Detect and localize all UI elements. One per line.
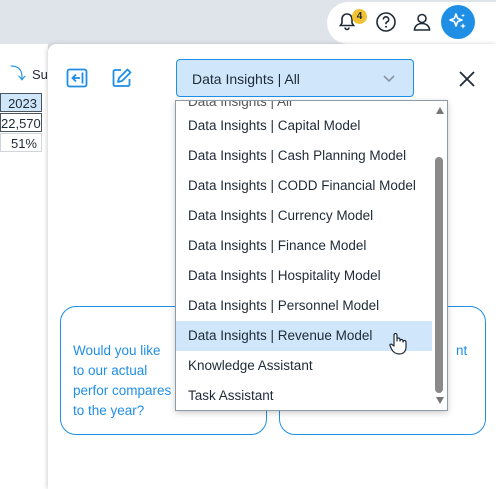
dropdown-option[interactable]: Data Insights | Cash Planning Model: [176, 141, 432, 171]
scroll-up-icon[interactable]: [436, 107, 444, 114]
ai-sparkle-icon[interactable]: [441, 5, 475, 39]
dropdown-option[interactable]: Data Insights | Currency Model: [176, 201, 432, 231]
chevron-down-icon: [381, 70, 397, 91]
scrollbar-thumb[interactable]: [435, 157, 443, 393]
edit-icon[interactable]: [110, 66, 134, 90]
dropdown-option[interactable]: Data Insights | Finance Model: [176, 231, 432, 261]
sheet-cell[interactable]: 51%: [0, 133, 42, 152]
sheet-cell[interactable]: 2023: [0, 93, 42, 112]
sort-tool-label: Su: [32, 67, 48, 82]
help-icon[interactable]: [373, 9, 399, 35]
dropdown-scrollbar[interactable]: [432, 101, 447, 410]
assistant-select[interactable]: Data Insights | All: [176, 59, 414, 97]
assistant-select-value: Data Insights | All: [192, 71, 300, 87]
hand-cursor-icon: [389, 332, 407, 361]
scroll-down-icon[interactable]: [436, 397, 444, 404]
user-icon[interactable]: [409, 9, 435, 35]
dropdown-option[interactable]: Data Insights | CODD Financial Model: [176, 171, 432, 201]
suggestion-card-text: Would you like to our actual perfor comp…: [73, 343, 172, 418]
sort-tool[interactable]: ⤵ Su: [10, 60, 48, 84]
assistant-dropdown: Data Insights | All Data Insights | Capi…: [175, 100, 448, 411]
suggestion-card-text: nt: [456, 343, 468, 358]
spreadsheet-background: ⤵ Su 2023 22,570 51%: [0, 44, 48, 489]
notification-badge: 4: [352, 9, 367, 24]
top-bar: 4: [0, 0, 496, 44]
sheet-cell[interactable]: 22,570: [0, 113, 42, 132]
collapse-panel-icon[interactable]: [65, 66, 89, 90]
close-icon[interactable]: [456, 68, 478, 90]
dropdown-option[interactable]: Data Insights | Hospitality Model: [176, 261, 432, 291]
dropdown-option[interactable]: Data Insights | Capital Model: [176, 111, 432, 141]
sort-arrow-icon: ⤵: [10, 66, 27, 83]
dropdown-option[interactable]: Data Insights | Personnel Model: [176, 291, 432, 321]
dropdown-option[interactable]: Task Assistant: [176, 381, 432, 410]
